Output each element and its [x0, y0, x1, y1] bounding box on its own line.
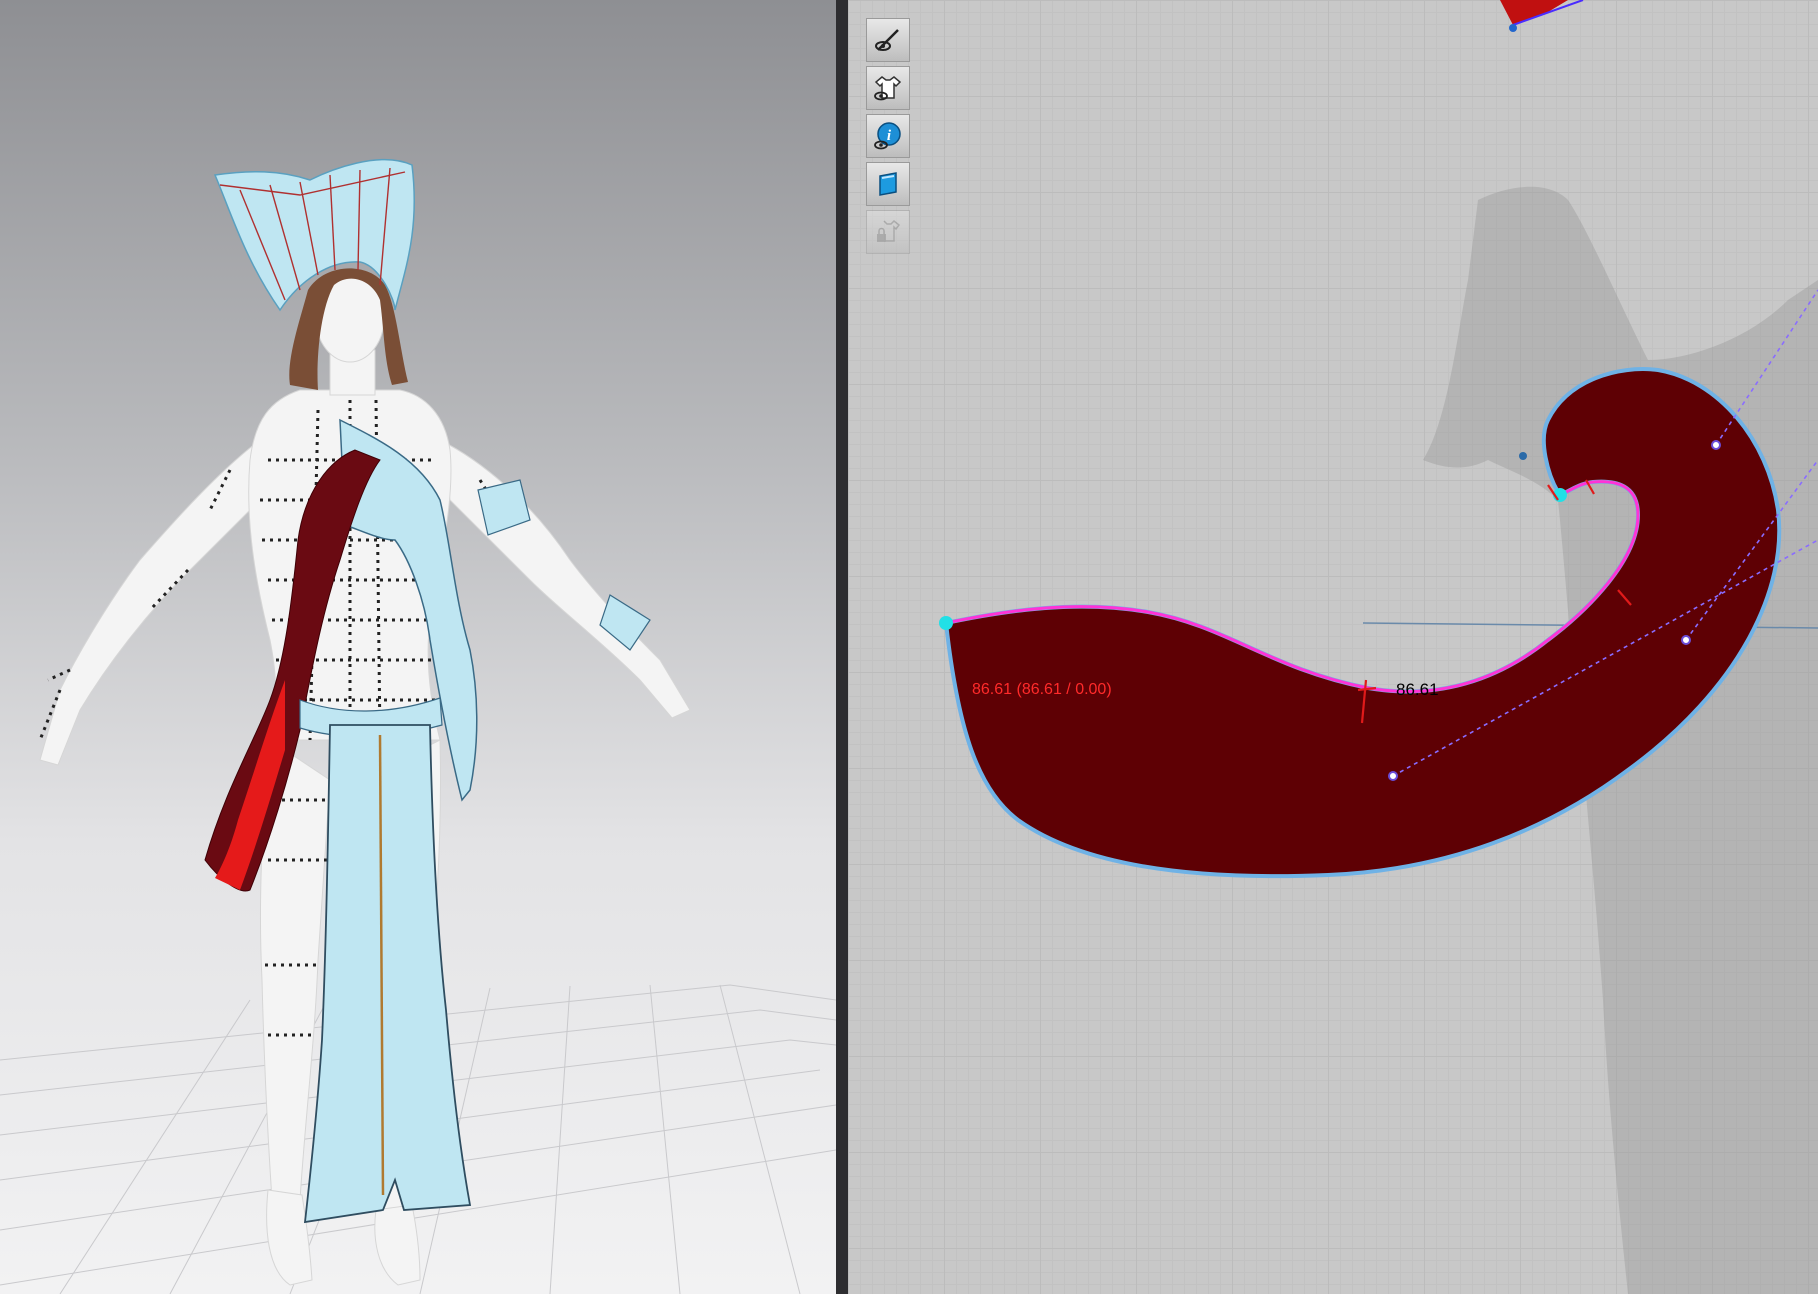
vertex-points[interactable]: [939, 452, 1567, 630]
viewport-splitter[interactable]: [836, 0, 848, 1294]
3d-viewport[interactable]: [0, 0, 836, 1294]
lock-garment-button[interactable]: [866, 210, 910, 254]
texture-icon: [879, 172, 897, 196]
pattern-canvas[interactable]: [848, 0, 1818, 1294]
segment-measurement-label: 86.61 (86.61 / 0.00): [972, 681, 1112, 698]
pattern-piece-partial: [1500, 0, 1568, 25]
show-pattern-button[interactable]: [866, 18, 910, 62]
info-button[interactable]: i: [866, 114, 910, 158]
texture-button[interactable]: [866, 162, 910, 206]
show-garment-icon: [874, 76, 902, 101]
2d-pattern-viewport[interactable]: 86.61 (86.61 / 0.00) 86.61 i: [848, 0, 1818, 1294]
2d-toolbar: i: [866, 18, 912, 254]
3d-scene[interactable]: [0, 0, 836, 1294]
show-garment-button[interactable]: [866, 66, 910, 110]
info-icon: i: [874, 122, 901, 150]
skirt-panel: [303, 724, 472, 1224]
show-pattern-icon: [875, 29, 899, 51]
segment-length-label: 86.61: [1396, 680, 1439, 699]
lock-garment-icon: [877, 219, 901, 242]
